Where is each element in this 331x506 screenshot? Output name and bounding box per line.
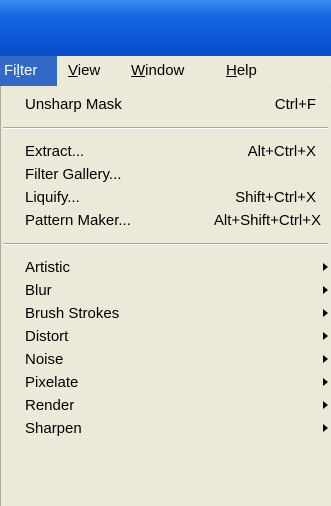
menu-bar: Filter View Window Help [0, 56, 331, 87]
menu-filter[interactable]: Filter [0, 56, 57, 86]
menu-item-label: Pixelate [25, 374, 79, 391]
menu-view-label: View [68, 62, 101, 79]
menu-separator [3, 243, 328, 245]
menu-window[interactable]: Window [131, 56, 184, 86]
menu-item-label: Filter Gallery... [25, 166, 122, 183]
menu-item-label: Extract... [25, 143, 85, 160]
menu-item-render[interactable]: Render [1, 394, 330, 417]
menu-item-blur[interactable]: Blur [1, 279, 330, 302]
window-title-bar [0, 0, 331, 56]
menu-window-label: Window [131, 62, 185, 79]
menu-item-label: Blur [25, 282, 52, 299]
menu-help[interactable]: Help [226, 56, 257, 86]
submenu-arrow-icon [323, 286, 328, 294]
submenu-arrow-icon [323, 378, 328, 386]
menu-item-label: Liquify... [25, 189, 80, 206]
menu-item-label: Noise [25, 351, 64, 368]
menu-item-shortcut: Alt+Shift+Ctrl+X [213, 212, 321, 229]
submenu-arrow-icon [323, 263, 328, 271]
menu-item-label: Distort [25, 328, 69, 345]
menu-view[interactable]: View [68, 56, 100, 86]
menu-item-liquify[interactable]: Liquify... Shift+Ctrl+X [1, 186, 330, 209]
menu-item-filter-gallery[interactable]: Filter Gallery... [1, 163, 330, 186]
submenu-arrow-icon [323, 355, 328, 363]
menu-item-label: Unsharp Mask [25, 96, 122, 113]
menu-item-artistic[interactable]: Artistic [1, 256, 330, 279]
menu-item-brush-strokes[interactable]: Brush Strokes [1, 302, 330, 325]
submenu-arrow-icon [323, 332, 328, 340]
menu-item-shortcut: Alt+Ctrl+X [247, 143, 316, 160]
submenu-arrow-icon [323, 401, 328, 409]
menu-item-unsharp-mask[interactable]: Unsharp Mask Ctrl+F [1, 93, 330, 116]
menu-item-label: Pattern Maker... [25, 212, 131, 229]
menu-item-label: Artistic [25, 259, 70, 276]
menu-item-shortcut: Shift+Ctrl+X [235, 189, 316, 206]
menu-item-label: Render [25, 397, 75, 414]
submenu-arrow-icon [323, 309, 328, 317]
menu-item-label: Brush Strokes [25, 305, 120, 322]
submenu-arrow-icon [323, 424, 328, 432]
menu-separator [3, 127, 328, 129]
filter-dropdown-menu: Unsharp Mask Ctrl+F Extract... Alt+Ctrl+… [0, 86, 330, 506]
menu-help-label: Help [226, 62, 257, 79]
menu-filter-label: Filter [4, 62, 38, 79]
menu-item-extract[interactable]: Extract... Alt+Ctrl+X [1, 140, 330, 163]
menu-item-pattern-maker[interactable]: Pattern Maker... Alt+Shift+Ctrl+X [1, 209, 330, 232]
menu-item-shortcut: Ctrl+F [274, 96, 316, 113]
menu-item-sharpen[interactable]: Sharpen [1, 417, 330, 440]
menu-item-noise[interactable]: Noise [1, 348, 330, 371]
menu-item-distort[interactable]: Distort [1, 325, 330, 348]
menu-item-label: Sharpen [25, 420, 82, 437]
menu-item-pixelate[interactable]: Pixelate [1, 371, 330, 394]
